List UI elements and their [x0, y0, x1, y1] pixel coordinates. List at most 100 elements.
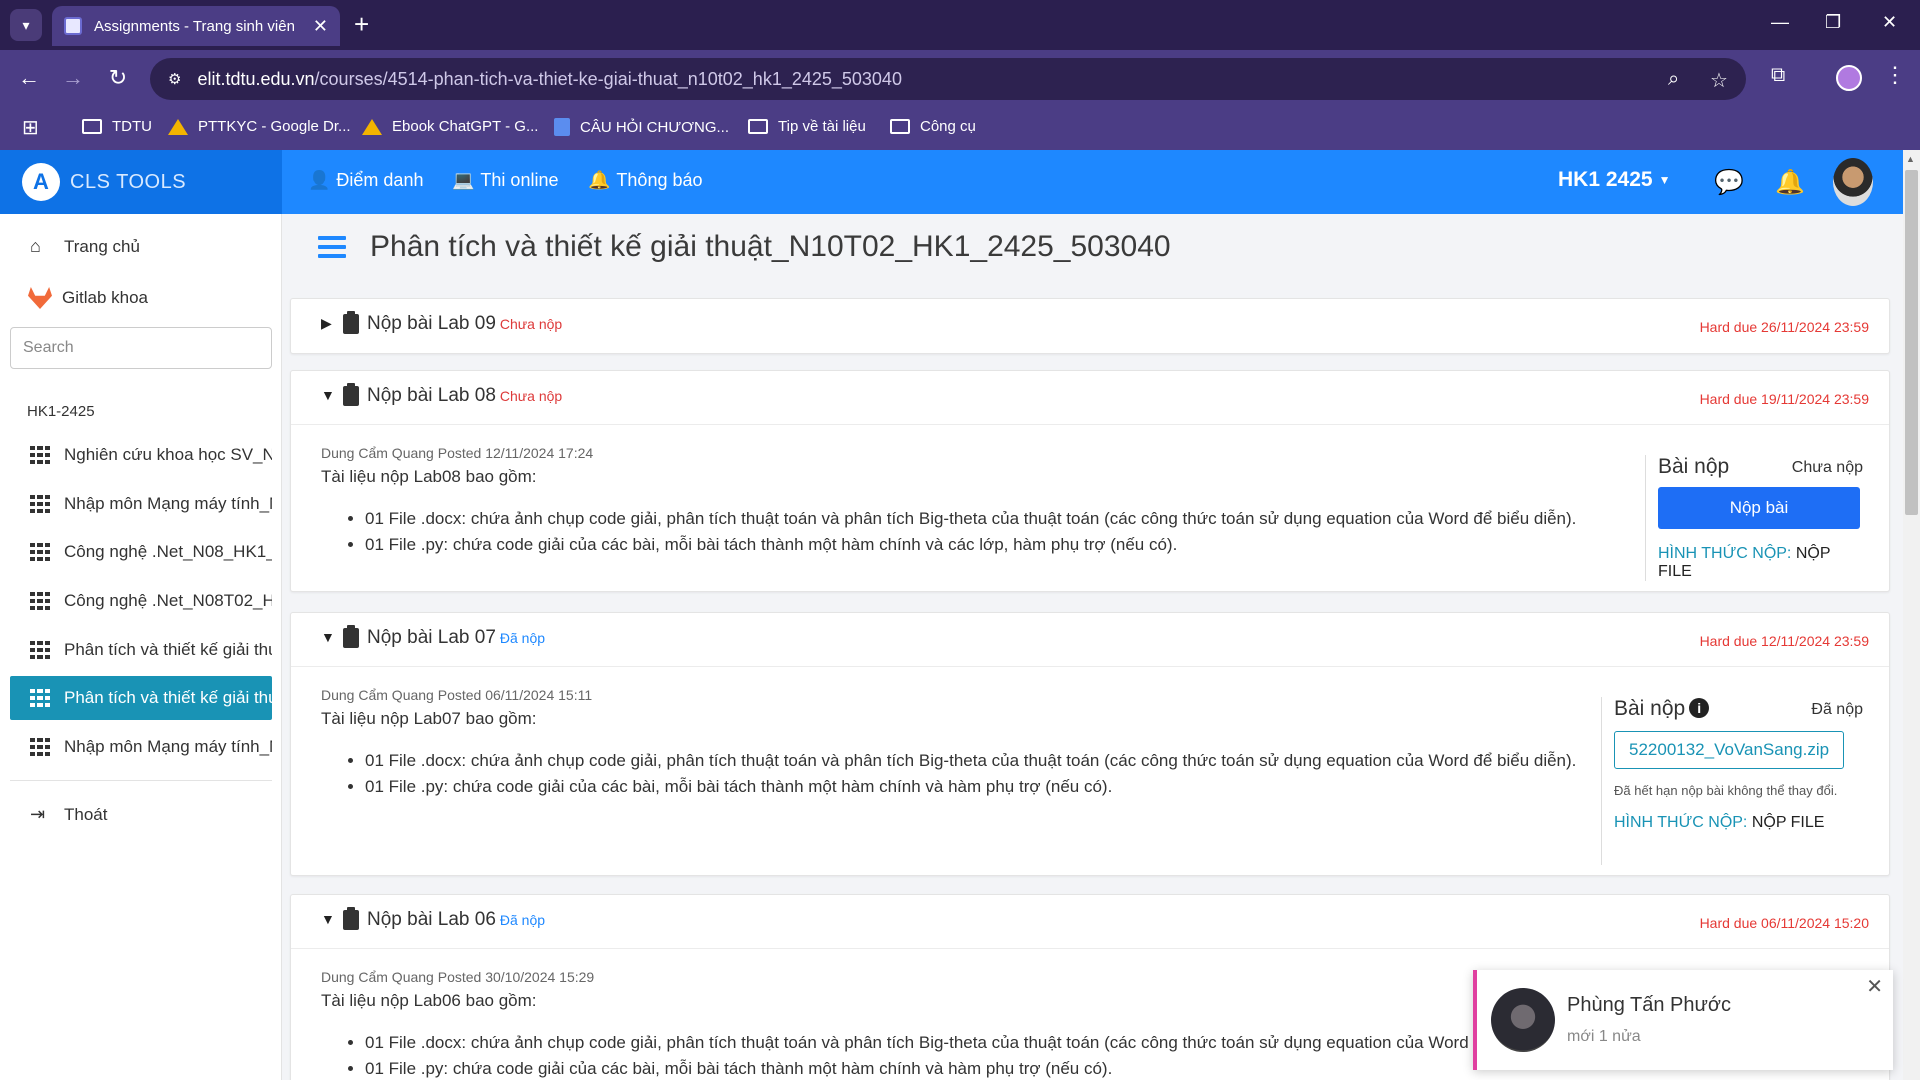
- course-label: Công nghệ .Net_N08T02_HK: [64, 591, 272, 610]
- url-host: elit.tdtu.edu.vn: [197, 68, 315, 89]
- submit-button[interactable]: Nộp bài: [1658, 487, 1860, 529]
- bookmark-ebook-chatgpt[interactable]: Ebook ChatGPT - G...: [362, 118, 538, 135]
- sidebar-course-item[interactable]: Nhập môn Mạng máy tính_N: [10, 725, 272, 769]
- chat-icon[interactable]: 💬: [1714, 168, 1744, 197]
- bookmarks-bar: ⊞ TDTU PTTKYC - Google Dr... Ebook ChatG…: [0, 108, 1920, 150]
- method-value: NỘP FILE: [1751, 814, 1825, 831]
- assignment-title: Nộp bài Lab 07 Đã nộp: [367, 627, 545, 649]
- bookmark-cong-cu[interactable]: Công cụ: [890, 118, 976, 135]
- assignment-body: Dung Cẩm Quang Posted 06/11/2024 15:11 T…: [291, 667, 1889, 865]
- semester-dropdown[interactable]: HK1 2425 ▼: [1558, 168, 1670, 192]
- browser-menu-icon[interactable]: ⋮: [1884, 62, 1906, 88]
- bookmark-label: CÂU HỎI CHƯƠNG...: [580, 118, 730, 136]
- tab-search-button[interactable]: ▾: [10, 9, 42, 41]
- apps-grid-icon[interactable]: ⊞: [22, 115, 39, 140]
- assignment-header[interactable]: ▼ Nộp bài Lab 08 Chưa nộp Hard due 19/11/…: [291, 371, 1889, 425]
- profile-avatar-icon[interactable]: [1836, 65, 1862, 91]
- extensions-icon[interactable]: ⧉: [1771, 64, 1785, 87]
- address-bar[interactable]: ⚙ elit.tdtu.edu.vn/courses/4514-phan-tic…: [150, 58, 1746, 100]
- brand-logo-icon: A: [22, 163, 60, 201]
- course-label: Nghiên cứu khoa học SV_N0: [64, 445, 272, 464]
- caret-down-icon[interactable]: ▼: [321, 629, 335, 645]
- sidebar-item-label: Thoát: [64, 804, 108, 824]
- sidebar-course-item[interactable]: Phân tích và thiết kế giải thu: [10, 628, 272, 672]
- nav-label: Điểm danh: [336, 170, 424, 190]
- assignment-card-lab09: ▶ Nộp bài Lab 09 Chưa nộp Hard due 26/11/…: [290, 298, 1890, 354]
- course-label: Phân tích và thiết kế giải thu: [64, 640, 272, 659]
- zoom-icon[interactable]: ⌕: [1668, 68, 1679, 91]
- method-label: HÌNH THỨC NỘP:: [1658, 545, 1792, 562]
- deadline-note: Đã hết hạn nộp bài không thể thay đổi.: [1614, 783, 1838, 798]
- brand[interactable]: A CLS TOOLS: [0, 150, 282, 214]
- caret-down-icon[interactable]: ▼: [321, 387, 335, 403]
- back-arrow-icon[interactable]: ←: [14, 64, 44, 92]
- notification-toast[interactable]: Phùng Tấn Phước mới 1 nửa ✕: [1473, 970, 1893, 1070]
- status-badge: Đã nộp: [499, 630, 546, 646]
- user-avatar[interactable]: [1833, 158, 1873, 206]
- assignment-title-text: Nộp bài Lab 09: [367, 313, 496, 334]
- url-path: /courses/4514-phan-tich-va-thiet-ke-giai…: [314, 68, 902, 89]
- assignment-title-text: Nộp bài Lab 06: [367, 909, 496, 930]
- bookmark-pttkyc[interactable]: PTTKYC - Google Dr...: [168, 118, 351, 135]
- sidebar-course-item[interactable]: Nghiên cứu khoa học SV_N0: [10, 433, 272, 477]
- notification-bell-icon[interactable]: 🔔: [1775, 168, 1805, 197]
- assignment-title-text: Nộp bài Lab 08: [367, 385, 496, 406]
- search-input[interactable]: [10, 327, 272, 369]
- scroll-up-icon[interactable]: ▲: [1906, 154, 1915, 164]
- bookmark-cau-hoi[interactable]: CÂU HỎI CHƯƠNG...: [554, 118, 729, 136]
- folder-icon: [748, 119, 768, 134]
- sidebar-course-item[interactable]: Công nghệ .Net_N08_HK1_2: [10, 530, 272, 574]
- tab-title: Assignments - Trang sinh viên: [94, 17, 295, 35]
- assignment-header[interactable]: ▼ Nộp bài Lab 07 Đã nộp Hard due 12/11/20…: [291, 613, 1889, 667]
- nav-thi-online[interactable]: 💻 Thi online: [452, 170, 558, 191]
- bookmark-label: Công cụ: [920, 118, 976, 135]
- sidebar-item-gitlab[interactable]: Gitlab khoa: [28, 287, 148, 309]
- close-window-icon[interactable]: ✕: [1882, 12, 1897, 33]
- hamburger-menu-icon[interactable]: [318, 236, 346, 260]
- sidebar-divider: [10, 780, 272, 781]
- site-settings-icon[interactable]: ⚙: [168, 70, 181, 88]
- clipboard-icon: [343, 383, 359, 406]
- submission-panel: Bài nộp i Đã nộp 52200132_VoVanSang.zip Đ…: [1601, 697, 1863, 865]
- nav-thong-bao[interactable]: 🔔 Thông báo: [588, 170, 703, 191]
- logout-icon: ⇥: [30, 804, 46, 824]
- browser-tab[interactable]: Assignments - Trang sinh viên ✕: [52, 6, 340, 46]
- nav-diem-danh[interactable]: 👤 Điểm danh: [308, 170, 423, 191]
- sidebar-item-label: Trang chủ: [64, 236, 140, 256]
- assignment-title: Nộp bài Lab 06 Đã nộp: [367, 909, 545, 931]
- new-tab-button[interactable]: +: [354, 10, 369, 38]
- bookmark-label: Ebook ChatGPT - G...: [392, 118, 539, 135]
- google-drive-icon: [168, 118, 188, 135]
- assignment-card-lab07: ▼ Nộp bài Lab 07 Đã nộp Hard due 12/11/20…: [290, 612, 1890, 876]
- bookmark-star-icon[interactable]: ☆: [1710, 68, 1728, 93]
- assignment-header[interactable]: ▶ Nộp bài Lab 09 Chưa nộp Hard due 26/11/…: [291, 299, 1889, 353]
- restore-icon[interactable]: ❐: [1825, 12, 1841, 33]
- assignment-header[interactable]: ▼ Nộp bài Lab 06 Đã nộp Hard due 06/11/20…: [291, 895, 1889, 949]
- sidebar: ⌂ Trang chủ Gitlab khoa HK1-2425 Nghiên c…: [0, 214, 282, 1080]
- close-icon[interactable]: ✕: [1866, 974, 1883, 999]
- clipboard-icon: [343, 311, 359, 334]
- semester-label: HK1 2425: [1558, 168, 1653, 191]
- tab-close-icon[interactable]: ✕: [313, 16, 328, 37]
- sidebar-item-logout[interactable]: ⇥ Thoát: [30, 804, 107, 825]
- minimize-icon[interactable]: —: [1771, 12, 1789, 33]
- scrollbar-thumb[interactable]: [1905, 170, 1918, 515]
- forward-arrow-icon[interactable]: →: [58, 64, 88, 92]
- bookmark-tip[interactable]: Tip về tài liệu: [748, 118, 866, 135]
- sidebar-item-home[interactable]: ⌂ Trang chủ: [30, 236, 140, 257]
- sidebar-course-item-active[interactable]: Phân tích và thiết kế giải thu: [10, 676, 272, 720]
- caret-down-icon[interactable]: ▼: [321, 911, 335, 927]
- notification-time: mới 1 nửa: [1567, 1028, 1641, 1045]
- caret-down-icon: ▼: [1658, 173, 1671, 188]
- grid-icon: [30, 592, 50, 610]
- bookmark-tdtu[interactable]: TDTU: [82, 118, 152, 135]
- reload-icon[interactable]: ↻: [103, 64, 133, 92]
- submission-title-text: Bài nộp: [1614, 697, 1686, 720]
- sidebar-course-item[interactable]: Công nghệ .Net_N08T02_HK: [10, 579, 272, 623]
- submitted-file-link[interactable]: 52200132_VoVanSang.zip: [1614, 731, 1845, 769]
- caret-right-icon[interactable]: ▶: [321, 315, 332, 332]
- status-badge: Chưa nộp: [499, 316, 563, 332]
- info-icon[interactable]: i: [1689, 698, 1710, 718]
- folder-icon: [890, 119, 910, 134]
- sidebar-course-item[interactable]: Nhập môn Mạng máy tính_N: [10, 482, 272, 526]
